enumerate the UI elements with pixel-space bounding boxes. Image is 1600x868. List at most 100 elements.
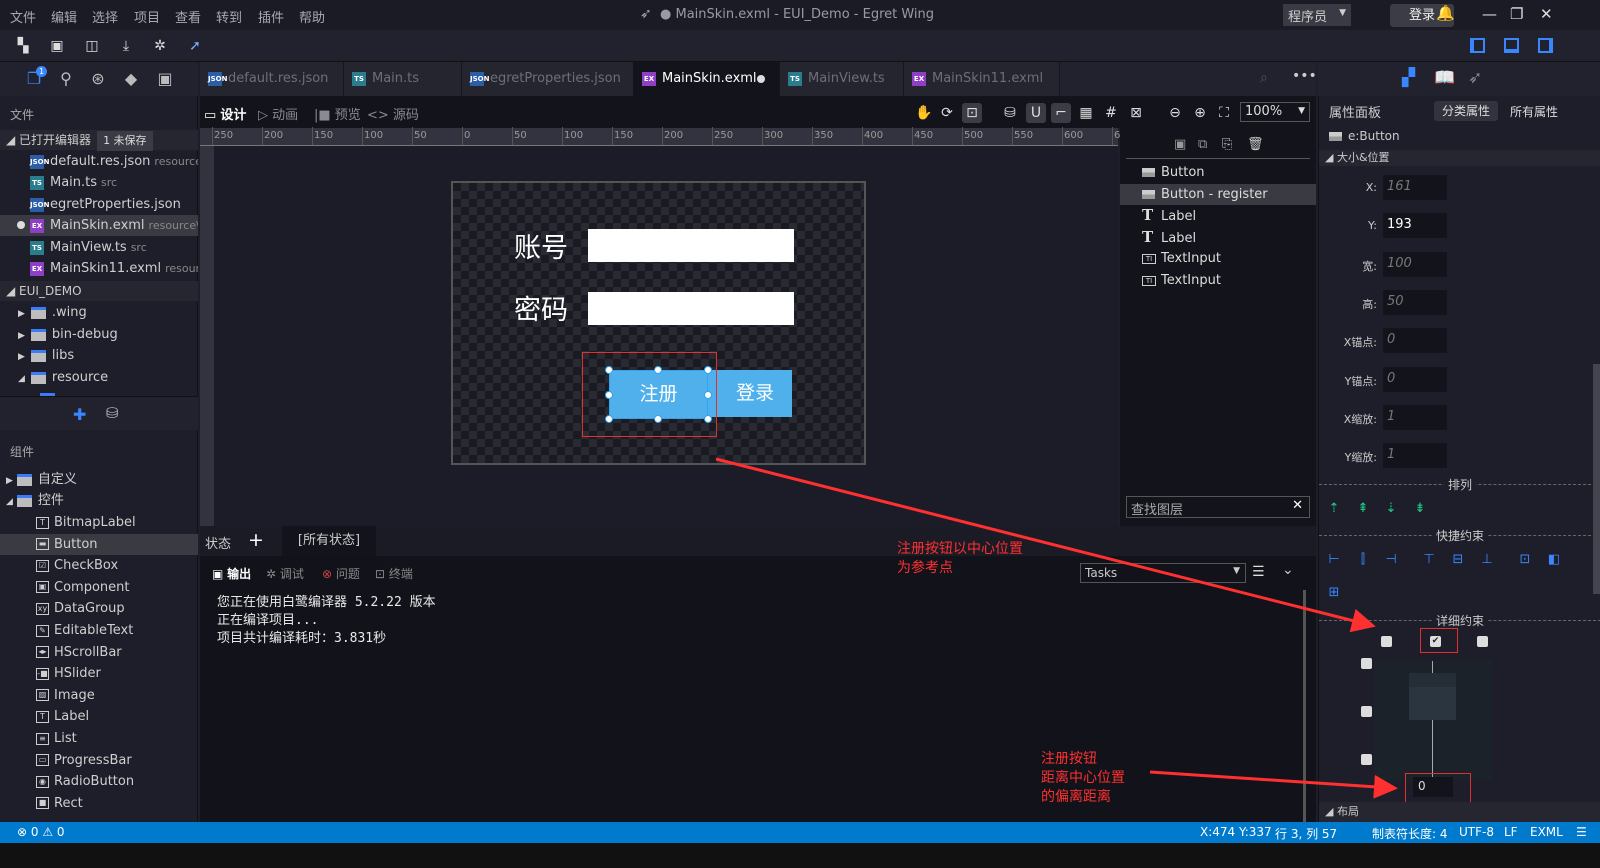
prop-input[interactable]: 0: [1383, 366, 1447, 392]
fill-height-icon[interactable]: ◧: [1545, 551, 1563, 569]
folder-item-open[interactable]: ◢ resource: [0, 367, 198, 388]
language-mode[interactable]: EXML: [1530, 825, 1563, 839]
docs-book-icon[interactable]: 📖: [1434, 68, 1455, 88]
extensions-icon[interactable]: ▣: [155, 69, 175, 89]
arrange-down-icon[interactable]: ⇣: [1382, 500, 1400, 518]
encoding[interactable]: UTF-8: [1459, 825, 1494, 839]
tab-category-props[interactable]: 分类属性: [1434, 101, 1498, 121]
properties-scrollbar[interactable]: [1593, 364, 1600, 594]
output-tab[interactable]: ▣ 输出: [212, 565, 251, 582]
more-icon[interactable]: •••: [1292, 68, 1317, 84]
layer-search-input[interactable]: 查找图层 ✕: [1126, 496, 1310, 518]
folder-item[interactable]: ▶ bin-debug: [0, 324, 198, 345]
image-edit-icon[interactable]: ⊠: [1126, 103, 1146, 123]
mode-source[interactable]: <> 源码: [367, 104, 419, 123]
database-icon[interactable]: ⛁: [1000, 103, 1020, 123]
prop-input[interactable]: 50: [1383, 289, 1447, 315]
tab-mainskin-exml[interactable]: EX MainSkin.exml: [634, 62, 780, 96]
component-item-button[interactable]: ▬ Button: [0, 533, 198, 555]
wing-icon[interactable]: ➶: [1468, 68, 1482, 88]
debug-icon[interactable]: ✲: [151, 37, 169, 55]
open-editor-item[interactable]: TS MainView.ts src: [0, 237, 198, 258]
find-in-preview-icon[interactable]: ⌕: [1260, 70, 1268, 86]
tab-egret-properties[interactable]: JSONegretProperties.json: [462, 62, 634, 96]
align-top-icon[interactable]: ⊤: [1420, 551, 1438, 569]
folder-item[interactable]: [0, 388, 198, 396]
tab-size[interactable]: 制表符长度: 4: [1372, 825, 1448, 842]
magnet-icon[interactable]: U: [1026, 103, 1046, 123]
prop-input[interactable]: 0: [1383, 328, 1447, 354]
open-editor-item[interactable]: JSONdefault.res.json resource: [0, 151, 198, 172]
save-all-icon[interactable]: ◫: [83, 37, 101, 55]
section-size-position[interactable]: ◢ 大小&位置: [1319, 150, 1600, 166]
fit-screen-icon[interactable]: ⛶: [1214, 103, 1234, 123]
component-item-list[interactable]: ≡ List: [0, 728, 198, 749]
save-icon[interactable]: ▣: [48, 37, 66, 55]
prop-input[interactable]: 100: [1383, 251, 1447, 277]
problems-tab[interactable]: ⊗ 问题: [322, 565, 360, 582]
prop-input[interactable]: 161: [1383, 175, 1447, 200]
prop-input[interactable]: 193: [1383, 213, 1447, 239]
mode-design[interactable]: ▭ 设计: [204, 104, 246, 123]
section-layout[interactable]: ◢ 布局: [1319, 802, 1600, 822]
search-icon[interactable]: ⚲: [56, 69, 76, 89]
line-col[interactable]: 行 3, 列 57: [1275, 825, 1337, 842]
eol[interactable]: LF: [1504, 825, 1518, 839]
terminal-tab[interactable]: ⊡ 终端: [375, 565, 413, 582]
new-project-icon[interactable]: ▚: [14, 37, 32, 55]
publish-icon[interactable]: ⤓: [117, 37, 135, 55]
toggle-bottom-panel-icon[interactable]: [1504, 38, 1519, 53]
hand-icon[interactable]: ✋: [914, 103, 934, 123]
feedback-icon[interactable]: ☰: [1576, 825, 1587, 839]
properties-icon[interactable]: ▞: [1402, 68, 1415, 88]
open-editor-item-selected[interactable]: EX MainSkin.exmlresource\...: [0, 215, 198, 236]
refresh-icon[interactable]: ⟳: [937, 103, 957, 123]
minimize-button[interactable]: —: [1482, 5, 1497, 23]
folder-item[interactable]: ▶ .wing: [0, 302, 198, 323]
state-tab-all[interactable]: [所有状态]: [282, 526, 376, 556]
component-item-rect[interactable]: ■ Rect: [0, 793, 198, 814]
menu-help[interactable]: 帮助: [299, 7, 325, 26]
errors-count[interactable]: ⊗ 0 ⚠ 0: [17, 825, 65, 839]
zoom-in-icon[interactable]: ⊕: [1190, 103, 1210, 123]
layer-item[interactable]: T Label: [1120, 205, 1316, 226]
constraint-right-checkbox[interactable]: [1477, 636, 1488, 647]
layer-item[interactable]: TI TextInput: [1120, 248, 1316, 269]
role-select[interactable]: 程序员 ▼: [1283, 4, 1351, 26]
toggle-right-panel-icon[interactable]: [1538, 38, 1553, 53]
tab-main-ts[interactable]: TS Main.ts: [344, 62, 462, 96]
open-editor-item[interactable]: EX MainSkin11.exmlresour...: [0, 258, 198, 279]
components-puzzle-icon[interactable]: ✚: [73, 405, 86, 424]
lock-icon[interactable]: ⊡: [962, 103, 982, 123]
component-item-component[interactable]: ▣ Component: [0, 577, 198, 598]
arrange-top-icon[interactable]: ⇡: [1325, 500, 1343, 518]
menu-view[interactable]: 查看: [175, 7, 201, 26]
add-state-button[interactable]: +: [248, 529, 264, 551]
ruler-corner-icon[interactable]: ⌐: [1051, 103, 1071, 123]
grid-icon[interactable]: ▦: [1076, 103, 1096, 123]
menu-project[interactable]: 项目: [134, 7, 160, 26]
clear-output-icon[interactable]: ☰: [1252, 564, 1265, 580]
tab-all-props[interactable]: 所有属性: [1510, 103, 1558, 120]
component-item-bitmaplabel[interactable]: T BitmapLabel: [0, 512, 198, 533]
resources-icon[interactable]: ⛁: [106, 404, 119, 422]
component-item-hslider[interactable]: -■ HSlider: [0, 663, 198, 684]
clear-icon[interactable]: ✕: [1292, 498, 1303, 513]
collapse-panel-icon[interactable]: ⌄: [1282, 562, 1294, 578]
login-stage-button[interactable]: 登录: [708, 370, 792, 417]
tab-mainskin11-exml[interactable]: EX MainSkin11.exml: [904, 62, 1060, 96]
toggle-left-panel-icon[interactable]: [1470, 38, 1485, 53]
zoom-out-icon[interactable]: ⊖: [1165, 103, 1185, 123]
align-hcenter-icon[interactable]: ⫿: [1354, 551, 1372, 569]
menu-goto[interactable]: 转到: [216, 7, 242, 26]
account-text-input[interactable]: [588, 229, 794, 262]
align-right-icon[interactable]: ⊣: [1382, 551, 1400, 569]
constraint-bottom-checkbox[interactable]: [1361, 754, 1372, 765]
menu-plugins[interactable]: 插件: [258, 7, 284, 26]
delete-icon[interactable]: 🗑: [1247, 137, 1264, 152]
generate-ts-icon[interactable]: ⎘: [1222, 137, 1232, 152]
tab-mainview-ts[interactable]: TS MainView.ts: [780, 62, 904, 96]
debug-tab[interactable]: ✲ 调试: [266, 565, 304, 582]
tasks-select[interactable]: Tasks ▼: [1080, 563, 1246, 583]
open-editor-item[interactable]: JSONegretProperties.json: [0, 194, 198, 215]
